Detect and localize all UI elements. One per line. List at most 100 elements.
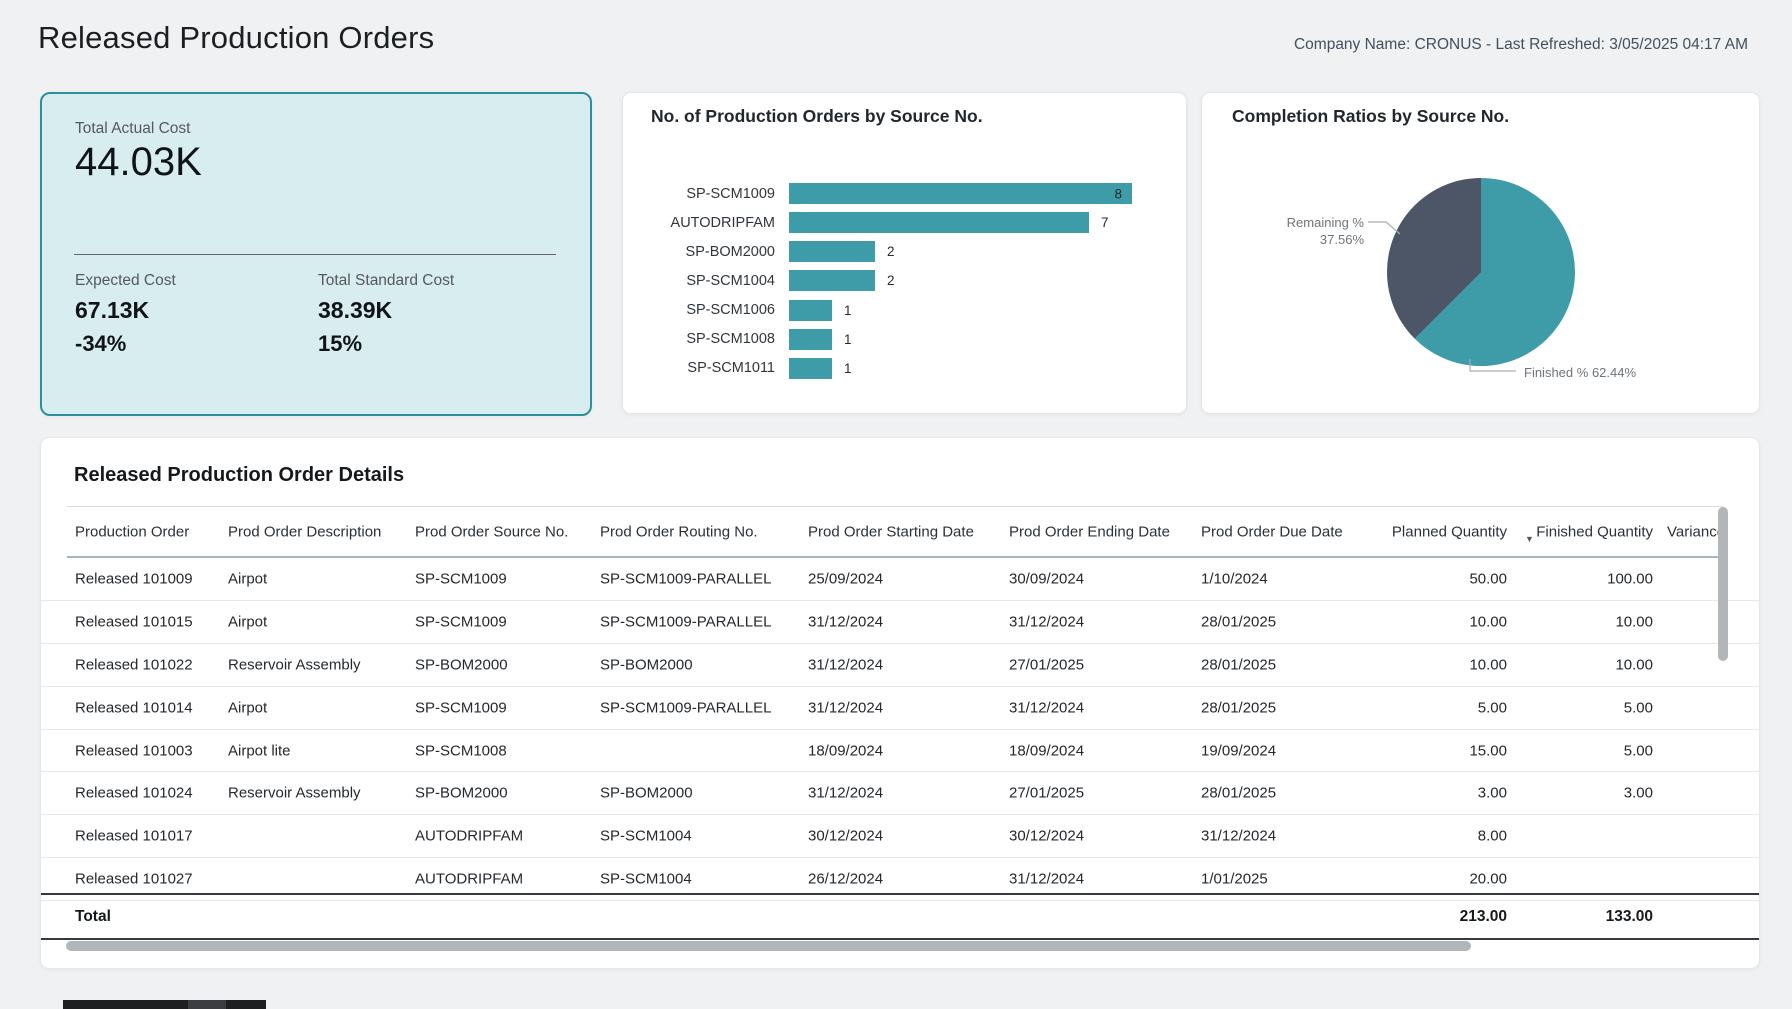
table-row[interactable]: Released 101022 Reservoir Assembly SP-BO…	[41, 644, 1759, 687]
cell-prod-order-ending-date: 31/12/2024	[1009, 613, 1084, 630]
bar-row: SP-SCM1006 1	[651, 296, 1171, 325]
pie-label-remaining: Remaining % 37.56%	[1242, 214, 1364, 248]
table-row[interactable]: Released 101024 Reservoir Assembly SP-BO…	[41, 772, 1759, 815]
table-row[interactable]: Released 101015 Airpot SP-SCM1009 SP-SCM…	[41, 601, 1759, 644]
table-row[interactable]: Released 101017 AUTODRIPFAM SP-SCM1004 3…	[41, 815, 1759, 858]
column-header-prod-order-starting-date[interactable]: Prod Order Starting Date	[808, 524, 974, 541]
kpi-main-value: 44.03K	[75, 140, 202, 185]
page-title: Released Production Orders	[38, 20, 434, 56]
bar[interactable]	[789, 241, 875, 262]
cell-finished-quantity: 10.00	[1615, 656, 1653, 673]
bar-row: SP-BOM2000 2	[651, 237, 1171, 266]
bar-category-label: SP-SCM1006	[651, 302, 775, 318]
bar-category-label: SP-SCM1009	[651, 186, 775, 202]
bar-value-label: 8	[1114, 186, 1122, 201]
bar[interactable]	[789, 270, 875, 291]
table-row[interactable]: Released 101003 Airpot lite SP-SCM1008 1…	[41, 730, 1759, 773]
cell-prod-order-ending-date: 18/09/2024	[1009, 742, 1084, 759]
cell-planned-quantity: 50.00	[1469, 570, 1507, 587]
table-title: Released Production Order Details	[74, 464, 404, 487]
column-header-variance[interactable]: Variance	[1667, 524, 1719, 541]
cell-prod-order-source-no: SP-BOM2000	[415, 656, 508, 673]
kpi-standard-cost-delta: 15%	[318, 331, 362, 357]
bar-row: SP-SCM1004 2	[651, 266, 1171, 295]
bar[interactable]: 8	[789, 183, 1132, 204]
table-panel: Released Production Order Details Produc…	[40, 437, 1760, 969]
cell-prod-order-description: Reservoir Assembly	[228, 785, 361, 802]
kpi-expected-cost-value: 67.13K	[75, 297, 149, 324]
cell-prod-order-description: Airpot	[228, 699, 267, 716]
cell-prod-order-starting-date: 31/12/2024	[808, 656, 883, 673]
kpi-title: Total Actual Cost	[75, 120, 190, 138]
kpi-divider	[74, 254, 556, 255]
bar-category-label: SP-SCM1008	[651, 331, 775, 347]
table-total-row: Total 213.00 133.00	[41, 893, 1759, 940]
cell-prod-order-description: Airpot lite	[228, 742, 291, 759]
cell-prod-order-routing-no: SP-SCM1009-PARALLEL	[600, 570, 771, 587]
bar-category-label: SP-SCM1011	[651, 360, 775, 376]
cell-prod-order-ending-date: 27/01/2025	[1009, 785, 1084, 802]
column-header-prod-order-ending-date[interactable]: Prod Order Ending Date	[1009, 524, 1170, 541]
cell-prod-order-description: Airpot	[228, 613, 267, 630]
cell-finished-quantity: 100.00	[1607, 570, 1653, 587]
pie[interactable]	[1387, 178, 1575, 366]
column-header-prod-order-description[interactable]: Prod Order Description	[228, 524, 381, 541]
bar[interactable]	[789, 212, 1089, 233]
cell-prod-order-routing-no: SP-SCM1004	[600, 871, 692, 888]
cell-prod-order-due-date: 31/12/2024	[1201, 828, 1276, 845]
bar-value-label: 1	[844, 303, 852, 318]
bar-value-label: 2	[887, 244, 895, 259]
column-header-production-order[interactable]: Production Order	[75, 524, 189, 541]
pie-remaining-name: Remaining %	[1242, 214, 1364, 231]
bar-value-label: 1	[844, 361, 852, 376]
kpi-standard-cost-value: 38.39K	[318, 297, 392, 324]
cell-prod-order-due-date: 28/01/2025	[1201, 699, 1276, 716]
cell-planned-quantity: 10.00	[1469, 656, 1507, 673]
bar-category-label: AUTODRIPFAM	[651, 215, 775, 231]
column-header-prod-order-routing-no[interactable]: Prod Order Routing No.	[600, 524, 758, 541]
column-header-prod-order-source-no[interactable]: Prod Order Source No.	[415, 524, 568, 541]
vertical-scrollbar-thumb[interactable]	[1718, 507, 1728, 661]
cell-prod-order-source-no: AUTODRIPFAM	[415, 828, 523, 845]
table-row[interactable]: Released 101009 Airpot SP-SCM1009 SP-SCM…	[41, 558, 1759, 601]
cell-prod-order-source-no: SP-SCM1008	[415, 742, 507, 759]
pie-remaining-pct: 37.56%	[1242, 231, 1364, 248]
cell-prod-order-description: Reservoir Assembly	[228, 656, 361, 673]
cell-planned-quantity: 10.00	[1469, 613, 1507, 630]
cell-prod-order-starting-date: 26/12/2024	[808, 871, 883, 888]
kpi-card[interactable]: Total Actual Cost 44.03K Expected Cost 6…	[40, 92, 592, 416]
bar[interactable]	[789, 300, 832, 321]
cell-prod-order-starting-date: 31/12/2024	[808, 785, 883, 802]
cell-prod-order-ending-date: 31/12/2024	[1009, 699, 1084, 716]
cell-prod-order-starting-date: 25/09/2024	[808, 570, 883, 587]
cell-prod-order-routing-no: SP-SCM1009-PARALLEL	[600, 699, 771, 716]
table-row[interactable]: Released 101014 Airpot SP-SCM1009 SP-SCM…	[41, 687, 1759, 730]
cell-prod-order-source-no: SP-BOM2000	[415, 785, 508, 802]
cell-prod-order-starting-date: 31/12/2024	[808, 613, 883, 630]
column-header-planned-quantity[interactable]: Planned Quantity	[1392, 524, 1507, 541]
cell-prod-order-description: Airpot	[228, 570, 267, 587]
bar-chart-title: No. of Production Orders by Source No.	[651, 106, 983, 127]
pie-chart-title: Completion Ratios by Source No.	[1232, 106, 1509, 127]
bar[interactable]	[789, 358, 832, 379]
cell-prod-order-source-no: SP-SCM1009	[415, 613, 507, 630]
cell-production-order: Released 101009	[75, 570, 193, 587]
bar-category-label: SP-SCM1004	[651, 273, 775, 289]
cell-finished-quantity: 5.00	[1624, 742, 1653, 759]
cell-prod-order-ending-date: 30/12/2024	[1009, 828, 1084, 845]
cell-prod-order-starting-date: 18/09/2024	[808, 742, 883, 759]
cell-prod-order-ending-date: 30/09/2024	[1009, 570, 1084, 587]
sort-descending-icon[interactable]: ▼	[1525, 534, 1534, 544]
cell-production-order: Released 101022	[75, 656, 193, 673]
bar[interactable]	[789, 329, 832, 350]
cell-prod-order-ending-date: 27/01/2025	[1009, 656, 1084, 673]
column-header-finished-quantity[interactable]: Finished Quantity	[1536, 524, 1653, 541]
column-header-prod-order-due-date[interactable]: Prod Order Due Date	[1201, 524, 1343, 541]
kpi-standard-cost-label: Total Standard Cost	[318, 272, 454, 290]
cell-planned-quantity: 5.00	[1478, 699, 1507, 716]
pie-finished-name: Finished %	[1524, 365, 1588, 380]
bar-row: SP-SCM1008 1	[651, 325, 1171, 354]
horizontal-scrollbar-thumb[interactable]	[66, 941, 1471, 951]
taskbar-sliver-segment	[188, 1000, 226, 1009]
cell-prod-order-due-date: 28/01/2025	[1201, 656, 1276, 673]
